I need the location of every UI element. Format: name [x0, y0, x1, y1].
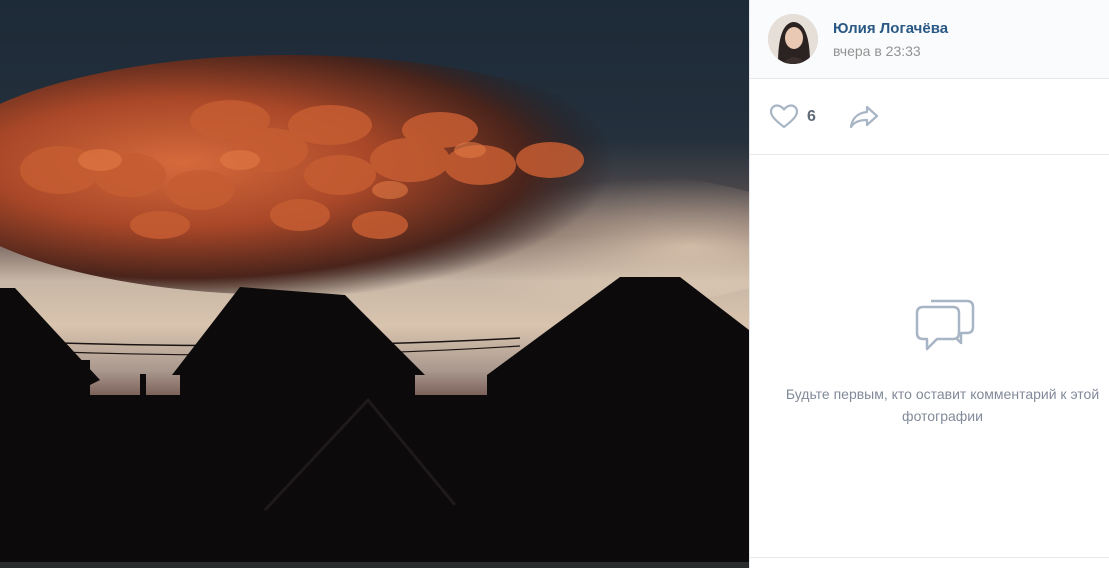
- divider: [750, 557, 1109, 558]
- post-time[interactable]: вчера в 23:33: [833, 42, 948, 60]
- photo-viewer: Юлия Логачёва вчера в 23:33 6 Будьте пер…: [0, 0, 1109, 568]
- photo-bottom-bar: [0, 562, 749, 568]
- author-name[interactable]: Юлия Логачёва: [833, 19, 948, 38]
- share-button[interactable]: [848, 104, 880, 130]
- comments-empty-text: Будьте первым, кто оставит комментарий к…: [785, 386, 1100, 424]
- side-panel: Юлия Логачёва вчера в 23:33 6 Будьте пер…: [749, 0, 1109, 568]
- share-arrow-icon: [848, 104, 880, 130]
- like-count: 6: [807, 107, 816, 125]
- photo[interactable]: [0, 0, 749, 562]
- comments-bubble-icon: [909, 291, 977, 353]
- user-avatar[interactable]: [768, 14, 818, 64]
- author-header: Юлия Логачёва вчера в 23:33: [750, 0, 1109, 79]
- heart-icon: [769, 103, 799, 130]
- comments-empty-state: Будьте первым, кто оставит комментарий к…: [750, 155, 1109, 558]
- actions-bar: 6: [750, 79, 1109, 155]
- like-button[interactable]: 6: [769, 103, 816, 130]
